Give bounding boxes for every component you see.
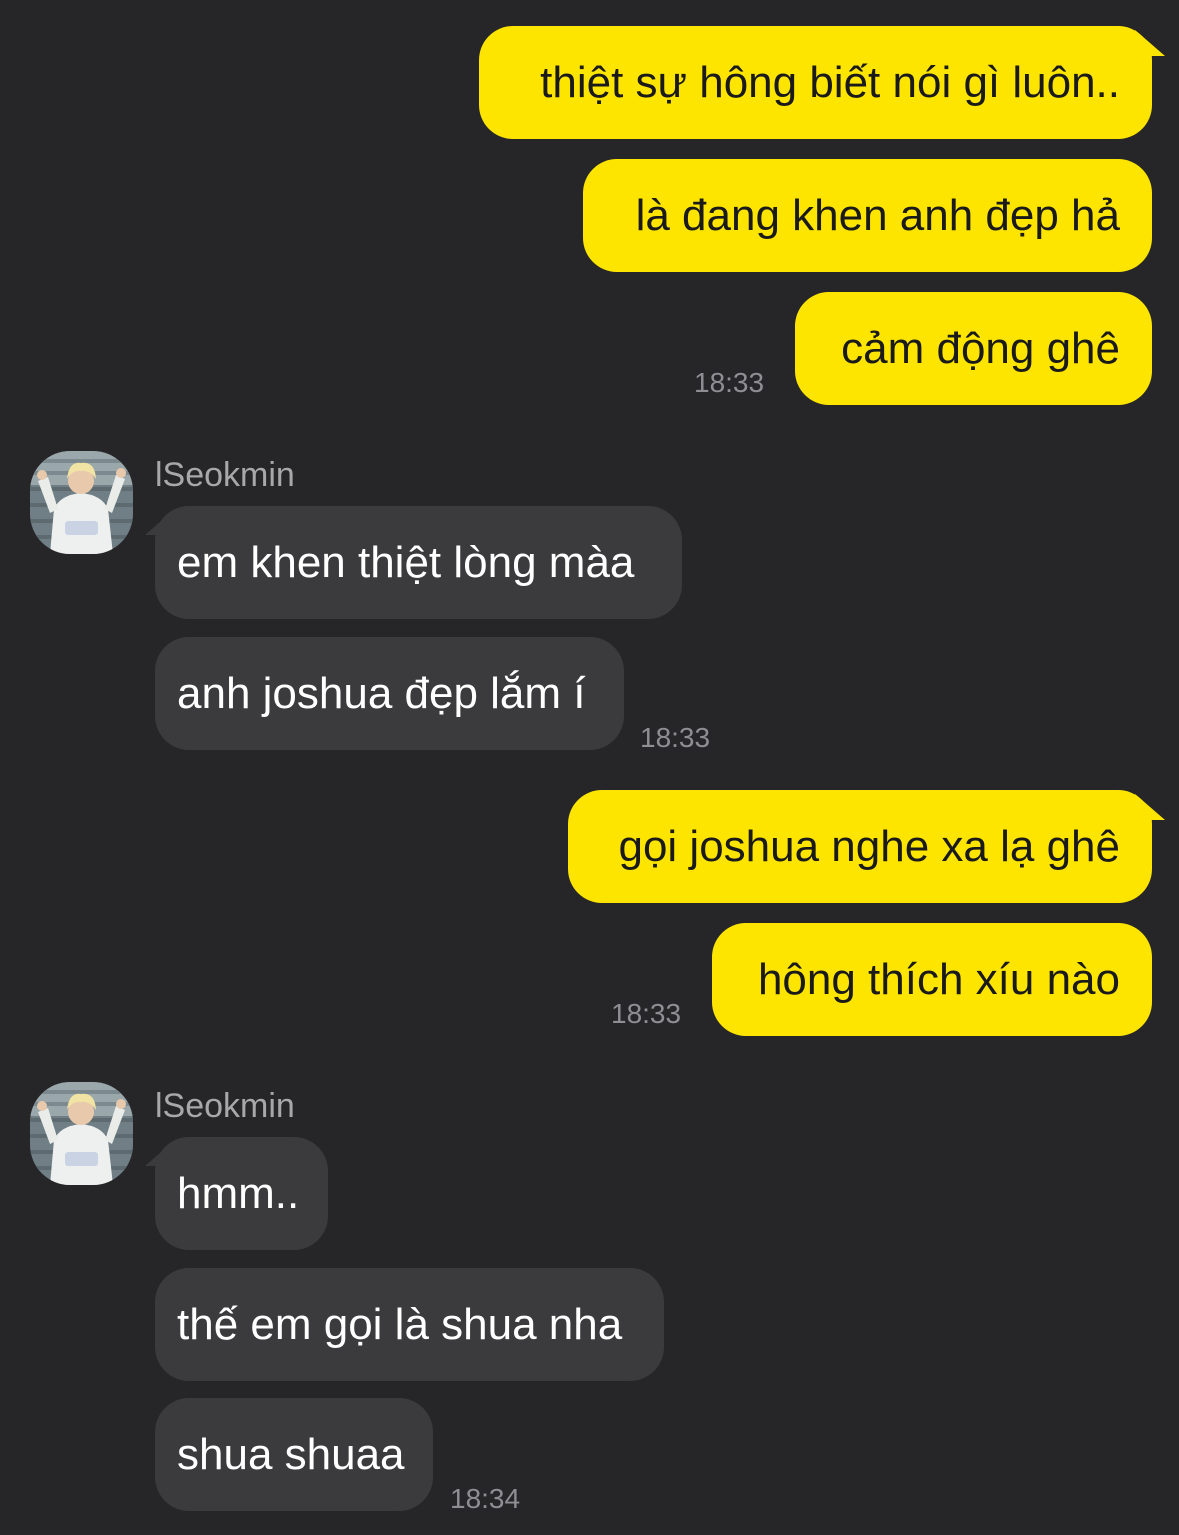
sent-message-bubble[interactable]: thiệt sự hông biết nói gì luôn.. bbox=[479, 26, 1152, 139]
received-message-bubble[interactable]: anh joshua đẹp lắm í bbox=[155, 637, 624, 750]
message-text: là đang khen anh đẹp hả bbox=[635, 191, 1120, 240]
message-text: hmm.. bbox=[177, 1169, 300, 1218]
message-text: hông thích xíu nào bbox=[757, 955, 1120, 1004]
bubble-tail bbox=[1135, 30, 1165, 56]
received-message-bubble[interactable]: thế em gọi là shua nha bbox=[155, 1268, 664, 1381]
message-timestamp: 18:33 bbox=[640, 722, 711, 753]
sender-avatar[interactable] bbox=[30, 1082, 133, 1185]
bubble-tail bbox=[1135, 794, 1165, 820]
sent-message-bubble[interactable]: hông thích xíu nào bbox=[712, 923, 1152, 1036]
message-text: shua shuaa bbox=[177, 1430, 405, 1479]
message-text: thế em gọi là shua nha bbox=[177, 1300, 623, 1349]
received-message-bubble[interactable]: hmm.. bbox=[155, 1137, 328, 1250]
profile-photo-avatar bbox=[30, 1082, 133, 1185]
received-message-bubble[interactable]: shua shuaa bbox=[155, 1398, 433, 1511]
message-text: em khen thiệt lòng màa bbox=[177, 538, 635, 587]
sender-name: lSeokmin bbox=[155, 1087, 295, 1125]
sender-avatar[interactable] bbox=[30, 451, 133, 554]
message-text: thiệt sự hông biết nói gì luôn.. bbox=[540, 58, 1120, 107]
sent-message-bubble[interactable]: là đang khen anh đẹp hả bbox=[583, 159, 1152, 272]
sent-message-bubble[interactable]: gọi joshua nghe xa lạ ghê bbox=[568, 790, 1152, 903]
sent-message-bubble[interactable]: cảm động ghê bbox=[795, 292, 1152, 405]
message-timestamp: 18:33 bbox=[611, 998, 682, 1029]
profile-photo-avatar bbox=[30, 451, 133, 554]
message-text: anh joshua đẹp lắm í bbox=[177, 669, 586, 718]
message-text: cảm động ghê bbox=[841, 324, 1120, 373]
received-message-bubble[interactable]: em khen thiệt lòng màa bbox=[155, 506, 682, 619]
sender-name: lSeokmin bbox=[155, 456, 295, 494]
bubble-tail bbox=[145, 509, 175, 535]
bubble-tail bbox=[145, 1140, 175, 1166]
message-text: gọi joshua nghe xa lạ ghê bbox=[618, 822, 1120, 871]
message-timestamp: 18:33 bbox=[694, 367, 765, 398]
message-timestamp: 18:34 bbox=[450, 1483, 521, 1514]
